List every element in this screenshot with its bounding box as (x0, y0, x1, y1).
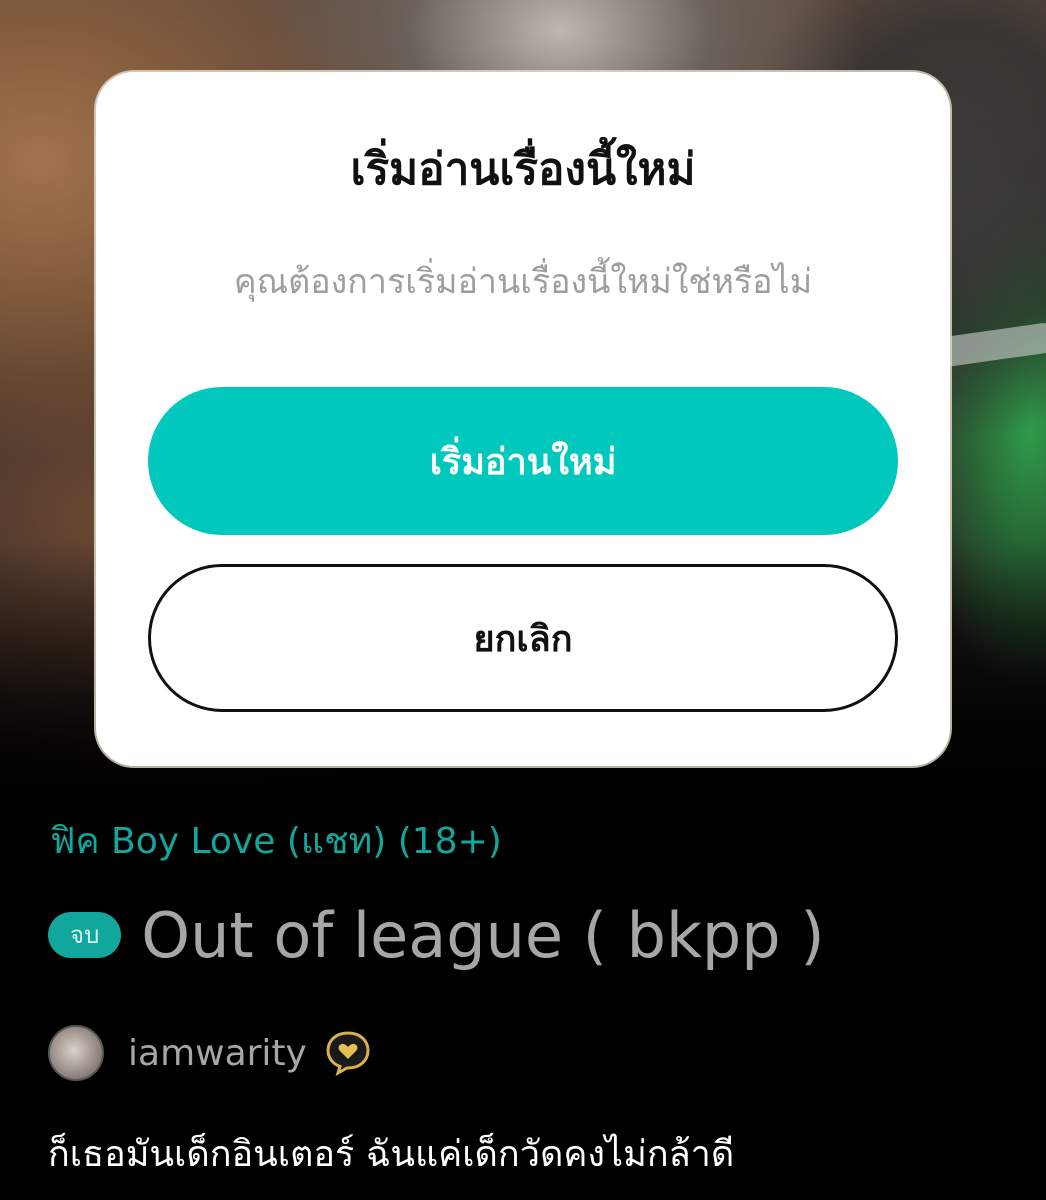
restart-reading-button[interactable]: เริ่มอ่านใหม่ (148, 387, 898, 535)
author-name[interactable]: iamwarity (128, 1033, 307, 1074)
author-avatar[interactable] (48, 1025, 104, 1081)
story-screen: ฟิค Boy Love (แชท) (18+) จบ Out of leagu… (0, 0, 1046, 1200)
story-title: Out of league ( bkpp ) (141, 898, 825, 972)
author-row[interactable]: iamwarity (48, 1024, 371, 1082)
heart-badge-icon (325, 1030, 371, 1077)
dialog-message: คุณต้องการเริ่มอ่านเรื่องนี้ใหม่ใช่หรือไ… (233, 262, 813, 302)
story-category[interactable]: ฟิค Boy Love (แชท) (18+) (50, 812, 502, 869)
restart-reading-dialog: เริ่มอ่านเรื่องนี้ใหม่ คุณต้องการเริ่มอ่… (96, 72, 950, 766)
status-badge: จบ (48, 912, 122, 958)
cancel-button[interactable]: ยกเลิก (148, 564, 898, 712)
story-description: ก็เธอมันเด็กอินเตอร์ ฉันแค่เด็กวัดคงไม่ก… (48, 1134, 735, 1175)
dialog-title: เริ่มอ่านเรื่องนี้ใหม่ (350, 144, 696, 195)
story-title-row: จบ Out of league ( bkpp ) (48, 895, 825, 975)
